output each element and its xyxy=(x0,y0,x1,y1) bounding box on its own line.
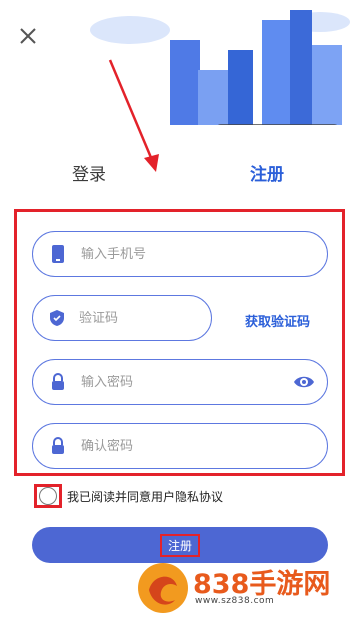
agreement-radio[interactable] xyxy=(39,487,57,505)
close-icon xyxy=(20,28,36,44)
annotation-highlight-box xyxy=(14,209,345,476)
close-button[interactable] xyxy=(17,25,39,47)
agreement-label: 我已阅读并同意用户隐私协议 xyxy=(67,489,224,504)
watermark: 838手游网 www.sz838.com xyxy=(135,560,360,617)
dragon-logo-icon xyxy=(138,563,188,613)
watermark-url: www.sz838.com xyxy=(195,596,275,606)
register-button[interactable]: 注册 xyxy=(32,527,328,563)
tab-login[interactable]: 登录 xyxy=(72,160,106,185)
agreement-row: 我已阅读并同意用户隐私协议 xyxy=(34,484,223,508)
register-button-label: 注册 xyxy=(159,533,200,557)
agreement-radio-highlight xyxy=(34,484,62,508)
tab-register[interactable]: 注册 xyxy=(250,160,284,185)
